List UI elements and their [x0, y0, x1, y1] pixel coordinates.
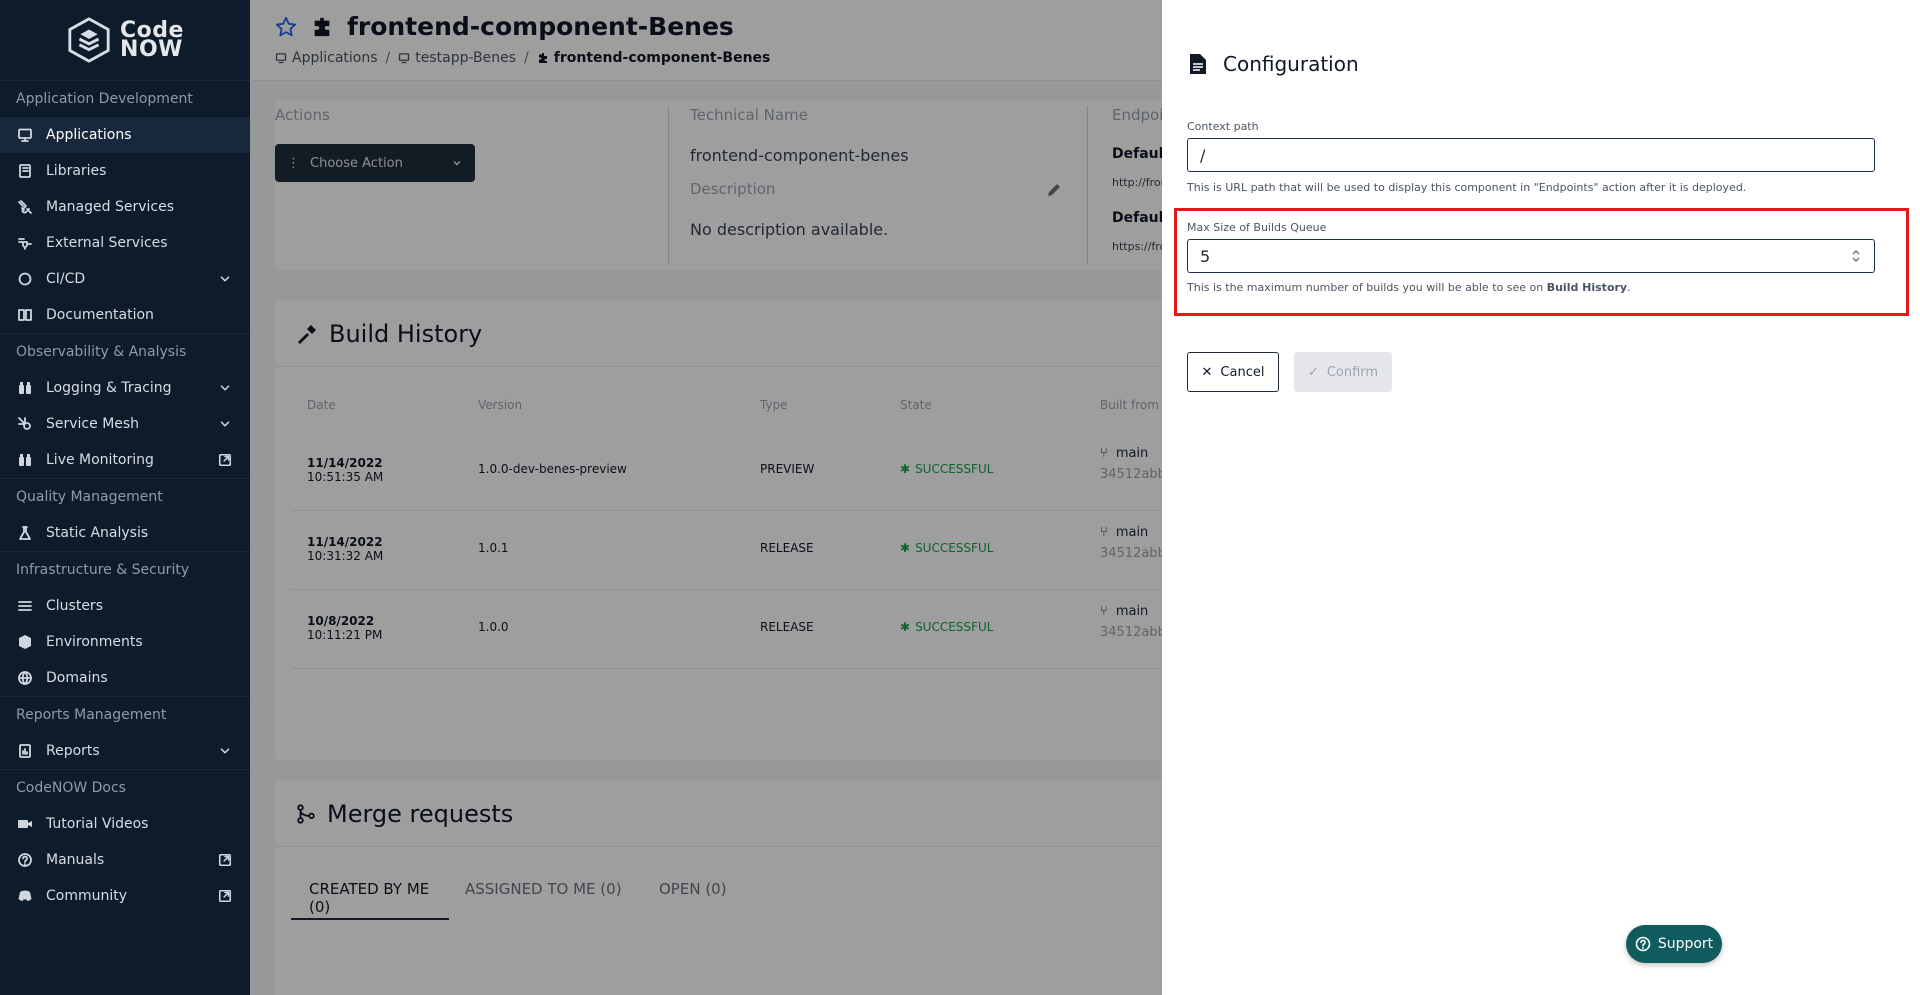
configuration-drawer: Configuration Context path This is URL p…: [1162, 0, 1920, 995]
logo-wordmark: Code NOW: [120, 20, 184, 62]
section-infrastructure-security: Infrastructure & Security: [0, 551, 250, 588]
cube-icon: [16, 633, 34, 651]
chevron-down-icon: [218, 381, 232, 395]
confirm-button[interactable]: ✓ Confirm: [1294, 352, 1392, 392]
helper-suffix: .: [1627, 281, 1631, 294]
sidebar-item-label: Manuals: [46, 852, 105, 868]
sidebar-item-ci-cd[interactable]: CI/CD: [0, 261, 250, 297]
sidebar-item-live-monitoring[interactable]: Live Monitoring: [0, 442, 250, 478]
section-reports-management: Reports Management: [0, 696, 250, 733]
logo-line-2: NOW: [120, 37, 183, 62]
external-link-icon: [218, 453, 232, 467]
cancel-label: Cancel: [1220, 364, 1265, 380]
sidebar-item-label: Libraries: [46, 163, 107, 179]
sidebar-item-community[interactable]: Community: [0, 878, 250, 914]
sidebar-item-applications[interactable]: Applications: [0, 117, 250, 153]
number-stepper[interactable]: [1845, 244, 1867, 268]
sidebar-item-label: Clusters: [46, 598, 103, 614]
video-icon: [16, 815, 34, 833]
support-label: Support: [1657, 936, 1714, 952]
help-circle-icon: [16, 851, 34, 869]
check-icon: ✓: [1307, 364, 1319, 380]
help-circle-icon: [1635, 936, 1651, 952]
sidebar-item-tutorial-videos[interactable]: Tutorial Videos: [0, 806, 250, 842]
external-plug-icon: [16, 234, 34, 252]
codenow-logo-icon: [68, 17, 110, 63]
sidebar-item-label: Applications: [46, 127, 132, 143]
queue-size-label: Max Size of Builds Queue: [1187, 221, 1327, 234]
support-button[interactable]: Support: [1626, 925, 1722, 963]
codenow-logo[interactable]: Code NOW: [0, 0, 250, 80]
queue-size-input[interactable]: [1187, 239, 1875, 273]
sidebar-item-static-analysis[interactable]: Static Analysis: [0, 515, 250, 551]
drawer-title-text: Configuration: [1223, 52, 1359, 76]
sidebar-item-label: Service Mesh: [46, 416, 140, 432]
sidebar-item-documentation[interactable]: Documentation: [0, 297, 250, 333]
context-path-helper: This is URL path that will be used to di…: [1187, 181, 1747, 194]
sidebar-item-environments[interactable]: Environments: [0, 624, 250, 660]
confirm-label: Confirm: [1326, 364, 1379, 380]
open-book-icon: [16, 306, 34, 324]
external-link-icon: [218, 889, 232, 903]
globe-icon: [16, 669, 34, 687]
sidebar-item-label: Reports: [46, 743, 100, 759]
list-icon: [16, 597, 34, 615]
book-icon: [16, 162, 34, 180]
sidebar-item-domains[interactable]: Domains: [0, 660, 250, 696]
chevron-down-icon: [218, 417, 232, 431]
discord-icon: [16, 887, 34, 905]
binoculars-icon: [16, 451, 34, 469]
sidebar-item-libraries[interactable]: Libraries: [0, 153, 250, 189]
mesh-icon: [16, 415, 34, 433]
report-icon: [16, 742, 34, 760]
sidebar-item-clusters[interactable]: Clusters: [0, 588, 250, 624]
sidebar-item-service-mesh[interactable]: Service Mesh: [0, 406, 250, 442]
sidebar: Code NOW Application Development Applica…: [0, 0, 250, 995]
section-application-development: Application Development: [0, 80, 250, 117]
document-icon: [1190, 54, 1206, 74]
sidebar-item-label: Domains: [46, 670, 108, 686]
sidebar-item-label: CI/CD: [46, 271, 86, 287]
chevron-down-icon: [218, 744, 232, 758]
helper-text: This is the maximum number of builds you…: [1187, 281, 1547, 294]
sidebar-item-label: Live Monitoring: [46, 452, 154, 468]
monitor-icon: [16, 126, 34, 144]
context-path-input[interactable]: [1187, 138, 1875, 172]
cancel-button[interactable]: ✕ Cancel: [1187, 352, 1279, 392]
chevron-down-icon: [218, 272, 232, 286]
cycle-icon: [16, 270, 34, 288]
queue-size-helper: This is the maximum number of builds you…: [1187, 281, 1631, 294]
sidebar-item-label: Tutorial Videos: [46, 816, 149, 832]
chevron-up-icon[interactable]: [1851, 248, 1861, 256]
sidebar-item-external-services[interactable]: External Services: [0, 225, 250, 261]
sidebar-item-manuals[interactable]: Manuals: [0, 842, 250, 878]
sidebar-item-managed-services[interactable]: Managed Services: [0, 189, 250, 225]
section-quality-management: Quality Management: [0, 478, 250, 515]
drawer-title: Configuration: [1189, 52, 1359, 76]
sidebar-item-label: Environments: [46, 634, 143, 650]
sidebar-item-label: Static Analysis: [46, 525, 149, 541]
section-observability: Observability & Analysis: [0, 333, 250, 370]
close-icon: ✕: [1201, 364, 1213, 380]
sidebar-item-label: Documentation: [46, 307, 154, 323]
chevron-down-icon[interactable]: [1851, 256, 1861, 264]
sidebar-item-label: Logging & Tracing: [46, 380, 172, 396]
sidebar-item-label: Managed Services: [46, 199, 174, 215]
context-path-label: Context path: [1187, 120, 1259, 133]
flask-icon: [16, 524, 34, 542]
external-link-icon: [218, 853, 232, 867]
sidebar-item-label: External Services: [46, 235, 168, 251]
plug-icon: [16, 198, 34, 216]
sidebar-item-reports[interactable]: Reports: [0, 733, 250, 769]
helper-bold-text: Build History: [1546, 281, 1628, 294]
section-codenow-docs: CodeNOW Docs: [0, 769, 250, 806]
sidebar-item-label: Community: [46, 888, 128, 904]
binoculars-icon: [16, 379, 34, 397]
sidebar-item-logging-tracing[interactable]: Logging & Tracing: [0, 370, 250, 406]
